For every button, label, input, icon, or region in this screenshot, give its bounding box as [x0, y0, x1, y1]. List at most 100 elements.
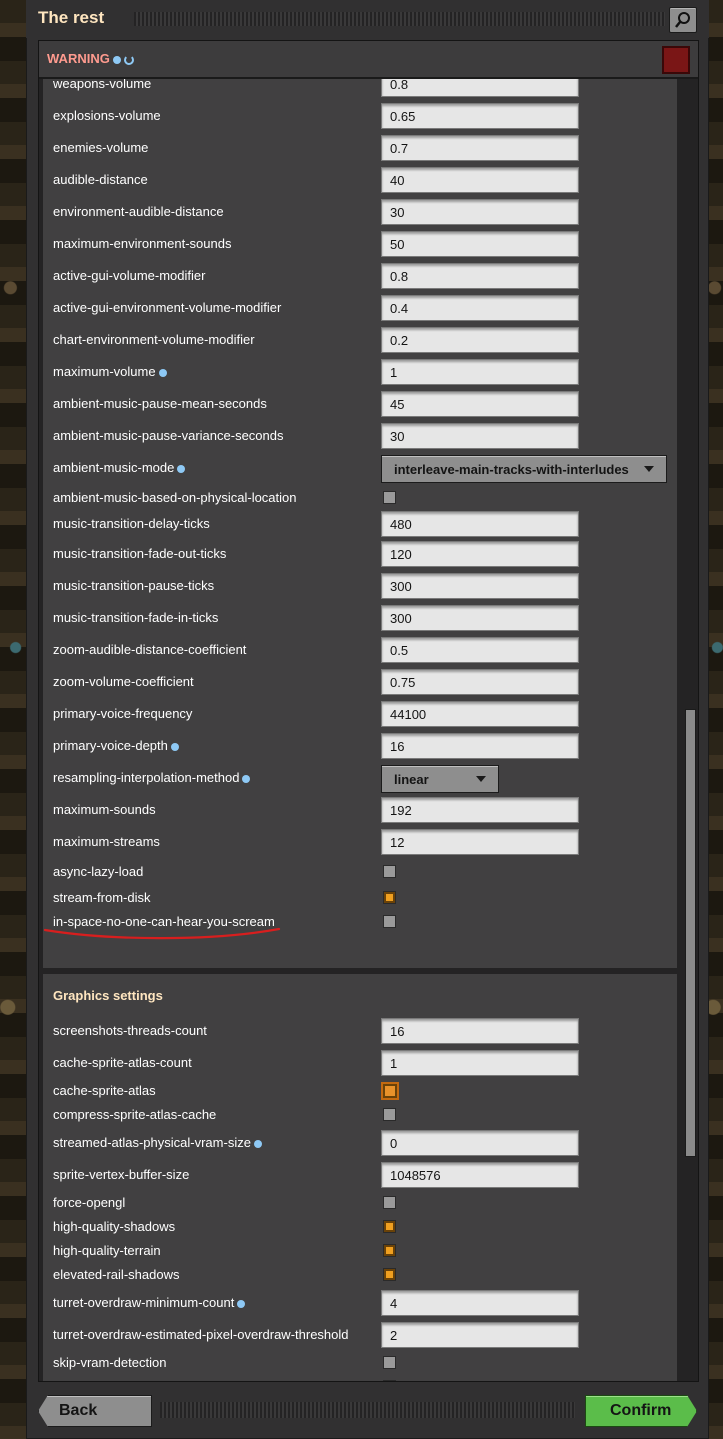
setting-label-text: maximum-sounds — [53, 802, 156, 817]
input-value: 2 — [390, 1328, 398, 1343]
enemies-volume-input[interactable]: 0.7 — [381, 135, 579, 161]
info-icon[interactable] — [158, 368, 167, 377]
resampling-interpolation-method-dropdown[interactable]: linear — [381, 765, 499, 793]
setting-label: turret-overdraw-estimated-pixel-overdraw… — [53, 1327, 349, 1342]
explosions-volume-input[interactable]: 0.65 — [381, 103, 579, 129]
setting-label: weapons-volume — [53, 79, 151, 91]
setting-label-text: music-transition-delay-ticks — [53, 516, 210, 531]
setting-label-text: screenshots-threads-count — [53, 1023, 207, 1038]
vertical-scrollbar[interactable] — [683, 79, 698, 1381]
compress-sprite-atlas-cache-checkbox[interactable] — [383, 1108, 396, 1121]
input-value: 12 — [390, 835, 405, 850]
music-transition-pause-ticks-input[interactable]: 300 — [381, 573, 579, 599]
cache-sprite-atlas-count-input[interactable]: 1 — [381, 1050, 579, 1076]
footer-drag-handle[interactable] — [160, 1402, 575, 1418]
setting-label: elevated-rail-shadows — [53, 1267, 179, 1282]
setting-label-text: skip-vram-detection — [53, 1355, 167, 1370]
skip-vram-detection-checkbox[interactable] — [383, 1356, 396, 1369]
confirm-button[interactable]: Confirm — [585, 1395, 697, 1427]
screenshots-threads-count-input[interactable]: 16 — [381, 1018, 579, 1044]
chart-environment-volume-modifier-input[interactable]: 0.2 — [381, 327, 579, 353]
setting-label-text: sprite-vertex-buffer-size — [53, 1167, 190, 1182]
input-value: 0.8 — [390, 269, 409, 284]
graphics-settings-section: Graphics settings screenshots-threads-co… — [43, 974, 677, 1381]
cache-sprite-atlas-checkbox[interactable] — [381, 1082, 399, 1100]
halt-rendering-when-minimized-checkbox[interactable] — [383, 1380, 396, 1381]
async-lazy-load-checkbox[interactable] — [383, 865, 396, 878]
setting-label-text: music-transition-fade-in-ticks — [53, 610, 219, 625]
setting-label-text: music-transition-pause-ticks — [53, 578, 215, 593]
setting-label: maximum-sounds — [53, 802, 156, 817]
turret-overdraw-estimated-pixel-overdraw-threshold-input[interactable]: 2 — [381, 1322, 579, 1348]
environment-audible-distance-input[interactable]: 30 — [381, 199, 579, 225]
info-icon[interactable] — [253, 1139, 262, 1148]
scrollbar-thumb[interactable] — [685, 709, 696, 1157]
weapons-volume-input[interactable]: 0.8 — [381, 79, 579, 97]
setting-label: halt-rendering-when-minimized — [53, 1379, 231, 1381]
back-button[interactable]: Back — [38, 1395, 152, 1427]
setting-label-text: music-transition-fade-out-ticks — [53, 546, 227, 561]
title-bar[interactable]: The rest — [26, 0, 709, 38]
primary-voice-frequency-input[interactable]: 44100 — [381, 701, 579, 727]
streamed-atlas-physical-vram-size-input[interactable]: 0 — [381, 1130, 579, 1156]
settings-window: The rest WARNING weapons-volume 0.8 explos… — [26, 0, 709, 1439]
input-value: 30 — [390, 205, 405, 220]
input-value: 300 — [390, 579, 412, 594]
ambient-music-based-on-physical-location-checkbox[interactable] — [383, 491, 396, 504]
info-icon[interactable] — [112, 55, 121, 64]
input-value: 44100 — [390, 707, 427, 722]
info-icon[interactable] — [170, 742, 179, 751]
red-annotation-underline — [43, 927, 281, 940]
primary-voice-depth-input[interactable]: 16 — [381, 733, 579, 759]
dropdown-value: interleave-main-tracks-with-interludes — [394, 462, 629, 477]
elevated-rail-shadows-checkbox[interactable] — [383, 1268, 396, 1281]
sprite-vertex-buffer-size-input[interactable]: 1048576 — [381, 1162, 579, 1188]
maximum-sounds-input[interactable]: 192 — [381, 797, 579, 823]
info-icon[interactable] — [177, 464, 186, 473]
setting-label-text: force-opengl — [53, 1195, 126, 1210]
setting-label: primary-voice-depth — [53, 738, 179, 753]
maximum-volume-input[interactable]: 1 — [381, 359, 579, 385]
music-transition-fade-out-ticks-input[interactable]: 120 — [381, 541, 579, 567]
turret-overdraw-minimum-count-input[interactable]: 4 — [381, 1290, 579, 1316]
maximum-environment-sounds-input[interactable]: 50 — [381, 231, 579, 257]
setting-label-text: resampling-interpolation-method — [53, 770, 240, 785]
setting-label: music-transition-fade-out-ticks — [53, 546, 226, 561]
active-gui-volume-modifier-input[interactable]: 0.8 — [381, 263, 579, 289]
setting-label-text: explosions-volume — [53, 108, 161, 123]
in-space-no-one-can-hear-you-scream-checkbox[interactable] — [383, 915, 396, 928]
chevron-down-icon — [644, 466, 654, 472]
title-drag-handle[interactable] — [134, 12, 665, 26]
zoom-audible-distance-coefficient-input[interactable]: 0.5 — [381, 637, 579, 663]
input-value: 300 — [390, 611, 412, 626]
input-value: 0.75 — [390, 675, 416, 690]
force-opengl-checkbox[interactable] — [383, 1196, 396, 1209]
chevron-down-icon — [476, 776, 486, 782]
input-value: 30 — [390, 429, 405, 444]
setting-label: zoom-volume-coefficient — [53, 674, 194, 689]
setting-label: explosions-volume — [53, 108, 161, 123]
setting-label-text: high-quality-terrain — [53, 1243, 161, 1258]
audible-distance-input[interactable]: 40 — [381, 167, 579, 193]
setting-label-text: high-quality-shadows — [53, 1219, 176, 1234]
setting-label: active-gui-environment-volume-modifier — [53, 300, 281, 315]
ambient-music-pause-variance-seconds-input[interactable]: 30 — [381, 423, 579, 449]
setting-label-text: primary-voice-frequency — [53, 706, 193, 721]
ambient-music-mode-dropdown[interactable]: interleave-main-tracks-with-interludes — [381, 455, 667, 483]
setting-label-text: chart-environment-volume-modifier — [53, 332, 255, 347]
zoom-volume-coefficient-input[interactable]: 0.75 — [381, 669, 579, 695]
warning-close-button[interactable] — [662, 46, 690, 74]
ambient-music-pause-mean-seconds-input[interactable]: 45 — [381, 391, 579, 417]
music-transition-fade-in-ticks-input[interactable]: 300 — [381, 605, 579, 631]
high-quality-shadows-checkbox[interactable] — [383, 1220, 396, 1233]
search-button[interactable] — [669, 7, 697, 33]
active-gui-environment-volume-modifier-input[interactable]: 0.4 — [381, 295, 579, 321]
stream-from-disk-checkbox[interactable] — [383, 891, 396, 904]
reset-icon[interactable] — [123, 54, 134, 65]
settings-scroll-area[interactable]: weapons-volume 0.8 explosions-volume 0.65 en… — [39, 79, 683, 1381]
info-icon[interactable] — [242, 774, 251, 783]
high-quality-terrain-checkbox[interactable] — [383, 1244, 396, 1257]
info-icon[interactable] — [237, 1299, 246, 1308]
music-transition-delay-ticks-input[interactable]: 480 — [381, 511, 579, 537]
maximum-streams-input[interactable]: 12 — [381, 829, 579, 855]
